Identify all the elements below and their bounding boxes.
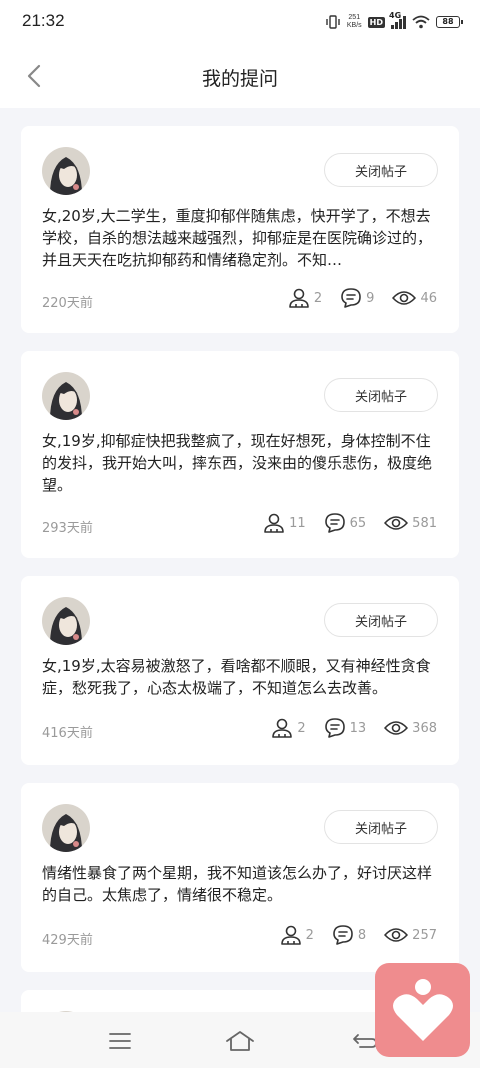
network-speed-value: 251 xyxy=(348,14,361,21)
home-icon xyxy=(226,1031,254,1051)
views-stat[interactable]: 257 xyxy=(384,926,437,944)
person-icon xyxy=(264,513,284,533)
eye-icon xyxy=(384,721,408,735)
comment-icon xyxy=(324,513,345,533)
status-bar: 21:32 251 KB/s HD 4G 88 xyxy=(0,0,480,44)
close-post-button[interactable]: 关闭帖子 xyxy=(324,603,438,637)
post-stats: 2 8 257 xyxy=(262,924,437,946)
post-stats: 11 65 581 xyxy=(245,512,437,534)
hd-badge: HD xyxy=(367,16,385,28)
comments-count: 65 xyxy=(349,515,367,531)
comments-stat[interactable]: 65 xyxy=(324,512,367,534)
comments-count: 13 xyxy=(349,720,367,736)
battery-icon: 88 xyxy=(436,16,463,28)
network-type: 4G xyxy=(389,11,402,20)
followers-stat[interactable]: 2 xyxy=(271,717,306,739)
views-count: 46 xyxy=(420,290,437,306)
comment-icon xyxy=(333,925,353,945)
views-count: 581 xyxy=(412,515,437,531)
avatar[interactable] xyxy=(42,597,90,645)
avatar-image xyxy=(42,597,90,645)
comments-stat[interactable]: 13 xyxy=(324,717,367,739)
network-speed: 251 KB/s xyxy=(347,14,362,30)
avatar-image xyxy=(42,147,90,195)
vibrate-icon xyxy=(326,15,340,29)
followers-stat[interactable]: 2 xyxy=(280,924,314,946)
post-time: 416天前 xyxy=(42,726,93,741)
person-icon xyxy=(289,288,309,308)
comments-stat[interactable]: 9 xyxy=(340,287,374,309)
views-count: 368 xyxy=(412,720,437,736)
post-text: 女,20岁,大二学生，重度抑郁伴随焦虑，快开学了，不想去学校，自杀的想法越来越强… xyxy=(42,207,433,269)
views-count: 257 xyxy=(412,927,437,943)
views-stat[interactable]: 581 xyxy=(384,514,437,532)
avatar[interactable] xyxy=(42,804,90,852)
post-card[interactable]: 关闭帖子 情绪性暴食了两个星期，我不知道该怎么办了，好讨厌这样的自己。太焦虑了，… xyxy=(21,783,459,972)
wifi-icon xyxy=(412,15,430,29)
comment-icon xyxy=(324,718,345,738)
post-time: 220天前 xyxy=(42,296,93,311)
page-title: 我的提问 xyxy=(201,68,278,90)
close-post-button[interactable]: 关闭帖子 xyxy=(324,153,438,187)
network-speed-unit: KB/s xyxy=(346,22,362,29)
person-icon xyxy=(280,925,301,945)
post-text: 女,19岁,抑郁症快把我整疯了，现在好想死，身体控制不住的发抖，我开始大叫，摔东… xyxy=(42,432,433,494)
comments-count: 8 xyxy=(357,927,367,943)
menu-icon xyxy=(109,1033,131,1049)
avatar[interactable] xyxy=(42,147,90,195)
comments-stat[interactable]: 8 xyxy=(332,924,366,946)
eye-icon xyxy=(384,928,408,942)
post-stats: 2 13 368 xyxy=(253,717,437,739)
close-post-button[interactable]: 关闭帖子 xyxy=(324,810,438,844)
post-text: 情绪性暴食了两个星期，我不知道该怎么办了，好讨厌这样的自己。太焦虑了，情绪很不稳… xyxy=(42,864,433,904)
avatar[interactable] xyxy=(42,372,90,420)
status-time: 21:32 xyxy=(22,11,65,30)
heart-person-icon xyxy=(392,979,453,1041)
post-card[interactable]: 关闭帖子 女,19岁,抑郁症快把我整疯了，现在好想死，身体控制不住的发抖，我开始… xyxy=(21,351,459,558)
post-list: 关闭帖子 女,20岁,大二学生，重度抑郁伴随焦虑，快开学了，不想去学校，自杀的想… xyxy=(21,126,459,1068)
eye-icon xyxy=(384,516,408,530)
floating-heart-button[interactable] xyxy=(375,963,470,1057)
post-time: 293天前 xyxy=(42,521,93,536)
followers-stat[interactable]: 11 xyxy=(263,512,306,534)
eye-icon xyxy=(392,291,417,305)
signal-icon: 4G xyxy=(389,11,406,29)
views-stat[interactable]: 46 xyxy=(392,289,437,307)
post-stats: 2 9 46 xyxy=(270,287,437,309)
person-icon xyxy=(272,718,293,738)
post-text: 女,19岁,太容易被激怒了，看啥都不顺眼，又有神经性贪食症，愁死我了，心态太极端… xyxy=(42,657,431,697)
views-stat[interactable]: 368 xyxy=(384,719,437,737)
post-card[interactable]: 关闭帖子 女,19岁,太容易被激怒了，看啥都不顺眼，又有神经性贪食症，愁死我了，… xyxy=(21,576,459,765)
avatar-image xyxy=(42,372,90,420)
followers-stat[interactable]: 2 xyxy=(288,287,322,309)
nav-bar: 我的提问 xyxy=(0,44,480,108)
status-icons: 251 KB/s HD 4G 88 xyxy=(325,11,463,32)
home-button[interactable] xyxy=(225,1026,255,1056)
menu-button[interactable] xyxy=(105,1026,135,1056)
comment-icon xyxy=(341,288,361,308)
avatar-image xyxy=(42,804,90,852)
post-time: 429天前 xyxy=(42,933,93,948)
post-card[interactable]: 关闭帖子 女,20岁,大二学生，重度抑郁伴随焦虑，快开学了，不想去学校，自杀的想… xyxy=(21,126,459,333)
comments-count: 9 xyxy=(366,290,375,306)
followers-count: 2 xyxy=(313,290,323,306)
followers-count: 2 xyxy=(305,927,314,943)
followers-count: 2 xyxy=(297,720,306,736)
followers-count: 11 xyxy=(289,515,306,531)
close-post-button[interactable]: 关闭帖子 xyxy=(324,378,438,412)
